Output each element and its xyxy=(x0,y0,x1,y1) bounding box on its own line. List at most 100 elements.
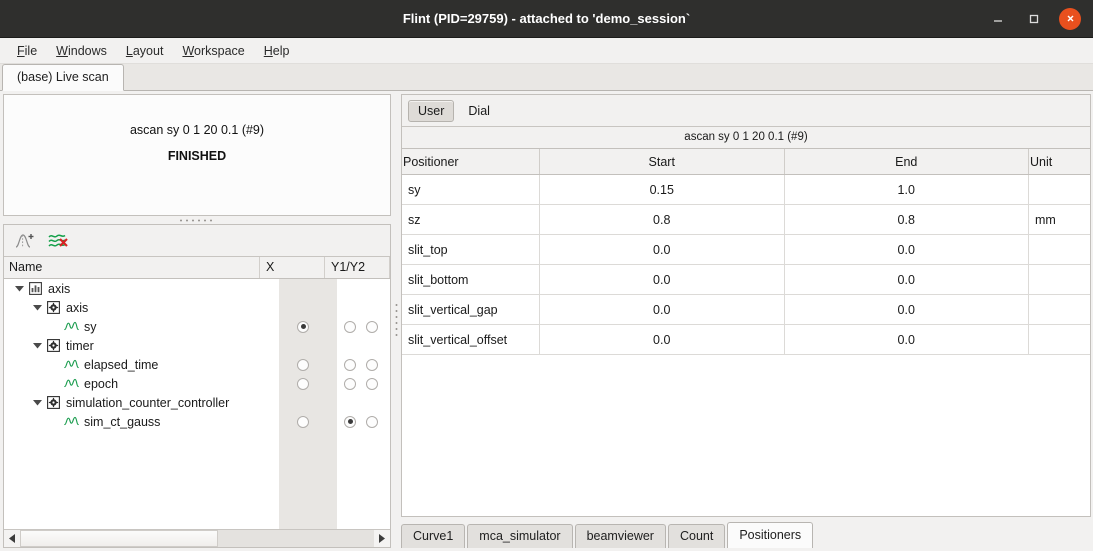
scan-info-panel: ascan sy 0 1 20 0.1 (#9) FINISHED xyxy=(3,94,391,216)
bottom-tab-curve1[interactable]: Curve1 xyxy=(401,524,466,548)
bottom-tab-count[interactable]: Count xyxy=(667,524,726,548)
scrollbar-track[interactable] xyxy=(20,530,374,547)
chevron-down-icon[interactable] xyxy=(30,393,44,412)
tree-row[interactable]: axis xyxy=(4,298,390,317)
cell-end: 0.0 xyxy=(784,294,1029,325)
menu-layout[interactable]: Layout xyxy=(117,41,173,61)
tree-item-label: timer xyxy=(66,338,94,353)
tree-item-label: axis xyxy=(48,281,71,296)
tree-row[interactable]: epoch xyxy=(4,374,390,393)
y-radio-cell[interactable] xyxy=(332,317,390,336)
add-curve-fit-icon[interactable] xyxy=(12,229,38,253)
curve-icon xyxy=(62,355,80,374)
tree-row[interactable]: sy xyxy=(4,317,390,336)
window-title: Flint (PID=29759) - attached to 'demo_se… xyxy=(402,11,691,26)
menu-help[interactable]: Help xyxy=(255,41,299,61)
col-header-start[interactable]: Start xyxy=(539,149,785,175)
cell-positioner: slit_vertical_offset xyxy=(402,324,540,355)
y-radio-cell[interactable] xyxy=(332,355,390,374)
device-icon xyxy=(44,298,62,317)
col-header-end[interactable]: End xyxy=(784,149,1029,175)
table-row[interactable]: slit_top 0.0 0.0 xyxy=(402,234,1090,265)
tree-row[interactable]: elapsed_time xyxy=(4,355,390,374)
tree-row-label-cell: sy xyxy=(4,317,274,336)
cell-positioner: slit_bottom xyxy=(402,264,540,295)
x-radio[interactable] xyxy=(297,320,309,333)
y1-radio[interactable] xyxy=(344,377,356,390)
x-radio[interactable] xyxy=(297,358,309,371)
x-radio[interactable] xyxy=(297,415,309,428)
x-radio[interactable] xyxy=(297,377,309,390)
dial-button[interactable]: Dial xyxy=(458,100,500,122)
splitter-grip-icon xyxy=(394,302,398,340)
tree-row-label-cell: axis xyxy=(4,298,274,317)
cell-unit xyxy=(1028,174,1090,205)
y2-radio[interactable] xyxy=(366,320,378,333)
table-row[interactable]: sy 0.15 1.0 xyxy=(402,174,1090,205)
x-radio-cell[interactable] xyxy=(274,374,332,393)
x-radio-cell[interactable] xyxy=(274,412,332,431)
scrollbar-thumb[interactable] xyxy=(20,530,219,547)
col-header-unit[interactable]: Unit xyxy=(1028,149,1090,175)
tree-header-y[interactable]: Y1/Y2 xyxy=(325,257,390,278)
menu-windows[interactable]: Windows xyxy=(47,41,116,61)
bottom-tab-mca-simulator[interactable]: mca_simulator xyxy=(467,524,573,548)
cell-end: 1.0 xyxy=(784,174,1029,205)
vertical-splitter[interactable] xyxy=(391,94,401,548)
y1-radio[interactable] xyxy=(344,415,356,428)
positioners-table: Positioner Start End Unit sy 0.15 1.0 sz 0.8… xyxy=(402,149,1090,355)
cell-positioner: sy xyxy=(402,174,540,205)
tree-row[interactable]: timer xyxy=(4,336,390,355)
tree-row[interactable]: sim_ct_gauss xyxy=(4,412,390,431)
scroll-left-arrow-icon[interactable] xyxy=(4,530,20,547)
table-row[interactable]: sz 0.8 0.8 mm xyxy=(402,204,1090,235)
cell-positioner: slit_vertical_gap xyxy=(402,294,540,325)
cell-start: 0.0 xyxy=(539,294,785,325)
close-icon[interactable] xyxy=(1059,7,1081,30)
y1-radio[interactable] xyxy=(344,358,356,371)
tree-row-label-cell: epoch xyxy=(4,374,274,393)
workspace-tab-live-scan[interactable]: (base) Live scan xyxy=(2,64,124,91)
bottom-tab-positioners[interactable]: Positioners xyxy=(727,522,814,548)
x-radio-cell[interactable] xyxy=(274,317,332,336)
y-radio-cell[interactable] xyxy=(332,374,390,393)
menu-file[interactable]: FFileile xyxy=(8,41,46,61)
tree-item-label: axis xyxy=(66,300,89,315)
y2-radio[interactable] xyxy=(366,415,378,428)
device-icon xyxy=(44,393,62,412)
y2-radio[interactable] xyxy=(366,377,378,390)
bottom-tab-beamviewer[interactable]: beamviewer xyxy=(574,524,666,548)
col-header-positioner[interactable]: Positioner xyxy=(402,149,540,175)
tree-header-name[interactable]: Name xyxy=(4,257,260,278)
table-row[interactable]: slit_bottom 0.0 0.0 xyxy=(402,264,1090,295)
table-row[interactable]: slit_vertical_offset 0.0 0.0 xyxy=(402,324,1090,355)
curve-tree-panel: Name X Y1/Y2 axis axis sy timer elapsed_time… xyxy=(3,224,391,548)
tree-row[interactable]: axis xyxy=(4,279,390,298)
remove-curves-icon[interactable] xyxy=(46,229,72,253)
y1-radio[interactable] xyxy=(344,320,356,333)
cell-unit xyxy=(1028,294,1090,325)
tree-header-x[interactable]: X xyxy=(260,257,325,278)
y-radio-cell[interactable] xyxy=(332,412,390,431)
tree-horizontal-scrollbar[interactable] xyxy=(4,529,390,547)
tree-row[interactable]: simulation_counter_controller xyxy=(4,393,390,412)
tree-item-label: simulation_counter_controller xyxy=(66,395,230,410)
chevron-down-icon[interactable] xyxy=(30,336,44,355)
tree-row-label-cell: elapsed_time xyxy=(4,355,274,374)
user-dial-toggle: User Dial xyxy=(402,95,1090,127)
scroll-right-arrow-icon[interactable] xyxy=(374,530,390,547)
cell-end: 0.8 xyxy=(784,204,1029,235)
user-button[interactable]: User xyxy=(408,99,455,122)
chevron-down-icon[interactable] xyxy=(30,298,44,317)
x-radio-cell[interactable] xyxy=(274,355,332,374)
table-header-row: Positioner Start End Unit xyxy=(402,149,1090,175)
minimize-icon[interactable] xyxy=(987,8,1009,30)
y2-radio[interactable] xyxy=(366,358,378,371)
table-row[interactable]: slit_vertical_gap 0.0 0.0 xyxy=(402,294,1090,325)
maximize-icon[interactable] xyxy=(1023,8,1045,30)
horizontal-splitter[interactable] xyxy=(3,216,391,224)
menu-workspace[interactable]: Workspace xyxy=(173,41,253,61)
scan-title: ascan sy 0 1 20 0.1 (#9) xyxy=(129,123,265,137)
chevron-down-icon[interactable] xyxy=(12,279,26,298)
